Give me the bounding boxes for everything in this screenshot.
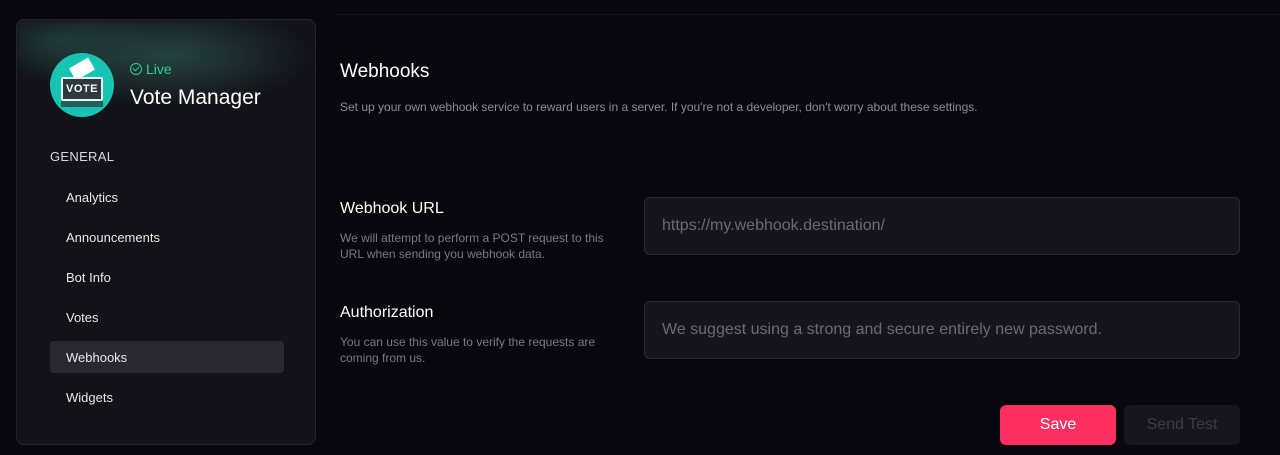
save-button[interactable]: Save [1000, 405, 1116, 445]
sidebar-item-announcements[interactable]: Announcements [50, 221, 284, 253]
authorization-label: Authorization [340, 304, 434, 321]
check-circle-icon [130, 63, 142, 75]
sidebar-item-webhooks[interactable]: Webhooks [50, 341, 284, 373]
sidebar-item-bot-info[interactable]: Bot Info [50, 261, 284, 293]
bot-avatar: VOTE [50, 53, 114, 117]
webhook-url-input[interactable] [644, 197, 1240, 255]
page: VOTE Live Vote Manager GENERAL Analytics… [0, 0, 1280, 455]
authorization-input[interactable] [644, 301, 1240, 359]
webhook-url-help: We will attempt to perform a POST reques… [340, 231, 604, 261]
main-content: Webhooks Set up your own webhook service… [340, 0, 1240, 455]
page-title: Webhooks [340, 61, 430, 82]
avatar-vote-box: VOTE [61, 77, 103, 101]
status-text: Live [146, 61, 172, 77]
webhook-url-label: Webhook URL [340, 200, 444, 217]
avatar-base [61, 101, 103, 107]
authorization-help: You can use this value to verify the req… [340, 335, 596, 365]
bot-status: Live [130, 61, 172, 77]
sidebar-nav: Analytics Announcements Bot Info Votes W… [50, 181, 284, 421]
send-test-button[interactable]: Send Test [1124, 405, 1240, 445]
bot-name: Vote Manager [130, 86, 261, 109]
sidebar-item-votes[interactable]: Votes [50, 301, 284, 333]
sidebar-item-analytics[interactable]: Analytics [50, 181, 284, 213]
section-label-general: GENERAL [50, 149, 115, 164]
sidebar: VOTE Live Vote Manager GENERAL Analytics… [16, 19, 316, 445]
sidebar-item-widgets[interactable]: Widgets [50, 381, 284, 413]
page-description: Set up your own webhook service to rewar… [340, 100, 978, 114]
